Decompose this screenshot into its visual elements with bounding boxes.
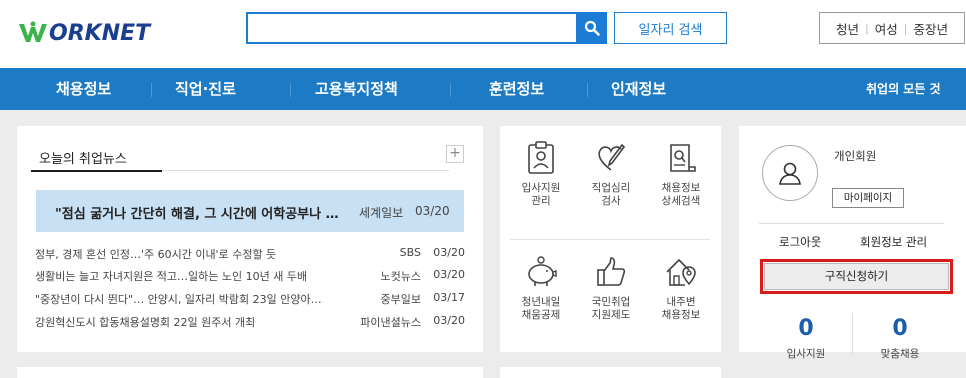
news-title[interactable]: 정부, 경제 혼선 인정…'주 60시간 이내'로 수정할 듯	[35, 246, 351, 262]
news-item[interactable]: "중장년이 다시 뛴다"… 안양시, 일자리 박람회 23일 안양아… 중부일보…	[35, 291, 465, 309]
member-info-manage-link[interactable]: 회원정보 관리	[860, 234, 927, 250]
service-label: 지원제도	[591, 309, 631, 321]
service-application-manage[interactable]: 입사지원 관리	[506, 140, 576, 208]
nav-all-about-jobs[interactable]: 취업의 모든 것	[866, 68, 941, 110]
news-item[interactable]: 정부, 경제 혼선 인정…'주 60시간 이내'로 수정할 듯 SBS 03/2…	[35, 246, 465, 264]
service-job-detail-search[interactable]: 채용정보 상세검색	[646, 140, 716, 208]
service-label: 관리	[531, 195, 551, 207]
logo-text: ORKNET	[49, 20, 151, 46]
thumbs-up-icon	[597, 257, 626, 286]
quick-link-divider: |	[903, 21, 908, 35]
member-divider	[759, 223, 944, 224]
heart-pencil-icon	[598, 143, 626, 171]
search-button[interactable]	[576, 12, 607, 44]
news-panel: 오늘의 취업뉴스 + "점심 굶거나 간단히 해결, 그 시간에 어학공부나 ……	[17, 126, 483, 352]
nav-divider	[450, 83, 451, 97]
service-label: 상세검색	[661, 195, 701, 207]
news-title[interactable]: "중장년이 다시 뛴다"… 안양시, 일자리 박람회 23일 안양아…	[35, 291, 351, 307]
news-source: 노컷뉴스	[380, 270, 421, 283]
news-source: SBS	[399, 246, 421, 259]
news-title[interactable]: 강원혁신도시 합동채용설명회 22일 원주서 개최	[35, 314, 351, 330]
service-label: 청년내일	[521, 296, 561, 308]
nav-divider	[290, 83, 291, 97]
headline-source: 세계일보	[359, 206, 404, 220]
quick-links: 청년 | 여성 | 중장년	[819, 12, 965, 44]
count-value: 0	[892, 316, 908, 341]
news-date: 03/17	[433, 291, 465, 304]
clipboard-user-icon	[528, 141, 554, 174]
job-application-button[interactable]: 구직신청하기	[764, 263, 949, 290]
headline-title[interactable]: "점심 굶거나 간단히 해결, 그 시간에 어학공부나 …	[55, 203, 345, 222]
house-location-icon	[666, 258, 696, 286]
worknet-logo[interactable]: ORKNET	[18, 18, 150, 48]
service-label: 채용정보	[661, 309, 701, 321]
logout-link[interactable]: 로그아웃	[779, 234, 821, 250]
news-source: 파이낸셜뉴스	[360, 316, 421, 329]
count-label: 입사지원	[786, 348, 826, 360]
applications-count[interactable]: 0 입사지원	[766, 316, 846, 361]
document-search-icon	[670, 144, 696, 172]
news-item[interactable]: 생활비는 늘고 자녀지원은 적고…일하는 노인 10년 새 두배 노컷뉴스 03…	[35, 268, 465, 286]
nav-item-training[interactable]: 훈련정보	[489, 68, 544, 110]
avatar	[762, 145, 818, 201]
quick-link-youth[interactable]: 청년	[836, 19, 859, 38]
news-more-button[interactable]: +	[446, 145, 464, 163]
service-label: 입사지원	[521, 182, 561, 194]
nav-item-talent[interactable]: 인재정보	[611, 68, 666, 110]
service-label: 검사	[601, 195, 621, 207]
quick-link-divider: |	[865, 21, 869, 35]
service-label: 채용정보	[661, 182, 701, 194]
search-input[interactable]	[248, 14, 576, 42]
mypage-button[interactable]: 마이페이지	[832, 188, 904, 208]
member-panel: 개인회원 마이페이지 로그아웃 회원정보 관리 구직신청하기 0 입사지원 0 …	[739, 126, 966, 360]
news-date: 03/20	[433, 246, 465, 259]
news-date: 03/20	[433, 314, 465, 327]
user-icon	[779, 162, 801, 185]
service-label: 채움공제	[521, 309, 561, 321]
nav-item-welfare-policy[interactable]: 고용복지정책	[315, 68, 398, 110]
service-label: 직업심리	[591, 182, 631, 194]
matched-jobs-count[interactable]: 0 맞춤채용	[860, 316, 940, 361]
service-nearby-jobs[interactable]: 내주변 채용정보	[646, 254, 716, 322]
nav-item-jobs[interactable]: 채용정보	[56, 68, 111, 110]
tab-today-news[interactable]: 오늘의 취업뉴스	[31, 144, 162, 172]
header: ORKNET 일자리 검색 청년 | 여성 | 중장년	[0, 0, 966, 68]
logo-w-icon	[19, 21, 47, 42]
news-date: 03/20	[433, 268, 465, 281]
count-label: 맞춤채용	[880, 348, 920, 360]
search-box	[246, 12, 576, 44]
news-item[interactable]: 강원혁신도시 합동채용설명회 22일 원주서 개최 파이낸셜뉴스 03/20	[35, 314, 465, 332]
service-youth-savings[interactable]: 청년내일 채움공제	[506, 254, 576, 322]
nav-item-career[interactable]: 직업·진로	[175, 68, 236, 110]
job-search-button[interactable]: 일자리 검색	[614, 12, 727, 44]
nav-divider	[587, 83, 588, 97]
bottom-panel-middle	[500, 367, 721, 378]
service-label: 내주변	[666, 296, 696, 308]
news-title[interactable]: 생활비는 늘고 자녀지원은 적고…일하는 노인 10년 새 두배	[35, 268, 351, 284]
service-national-employment[interactable]: 국민취업 지원제도	[576, 254, 646, 322]
headline-date: 03/20	[415, 204, 450, 218]
member-type-label: 개인회원	[834, 149, 877, 163]
news-headline[interactable]: "점심 굶거나 간단히 해결, 그 시간에 어학공부나 … 세계일보 03/20	[36, 190, 464, 232]
main-nav: 채용정보 직업·진로 고용복지정책 훈련정보 인재정보 취업의 모든 것	[0, 68, 966, 110]
piggy-bank-icon	[528, 256, 557, 286]
services-divider	[510, 239, 710, 240]
count-value: 0	[798, 316, 814, 341]
nav-divider	[151, 83, 152, 97]
quick-link-middle-aged[interactable]: 중장년	[913, 19, 948, 38]
news-source: 중부일보	[380, 293, 421, 306]
service-label: 국민취업	[591, 296, 631, 308]
quick-link-women[interactable]: 여성	[875, 19, 898, 38]
search-icon	[584, 20, 600, 36]
service-psych-test[interactable]: 직업심리 검사	[576, 140, 646, 208]
count-divider	[852, 313, 853, 357]
tab-underline	[162, 170, 449, 171]
services-panel: 입사지원 관리 직업심리 검사 채용정보 상세검색 청년내일 채움공제 국민취업…	[500, 126, 721, 352]
bottom-panel-left	[17, 367, 483, 378]
